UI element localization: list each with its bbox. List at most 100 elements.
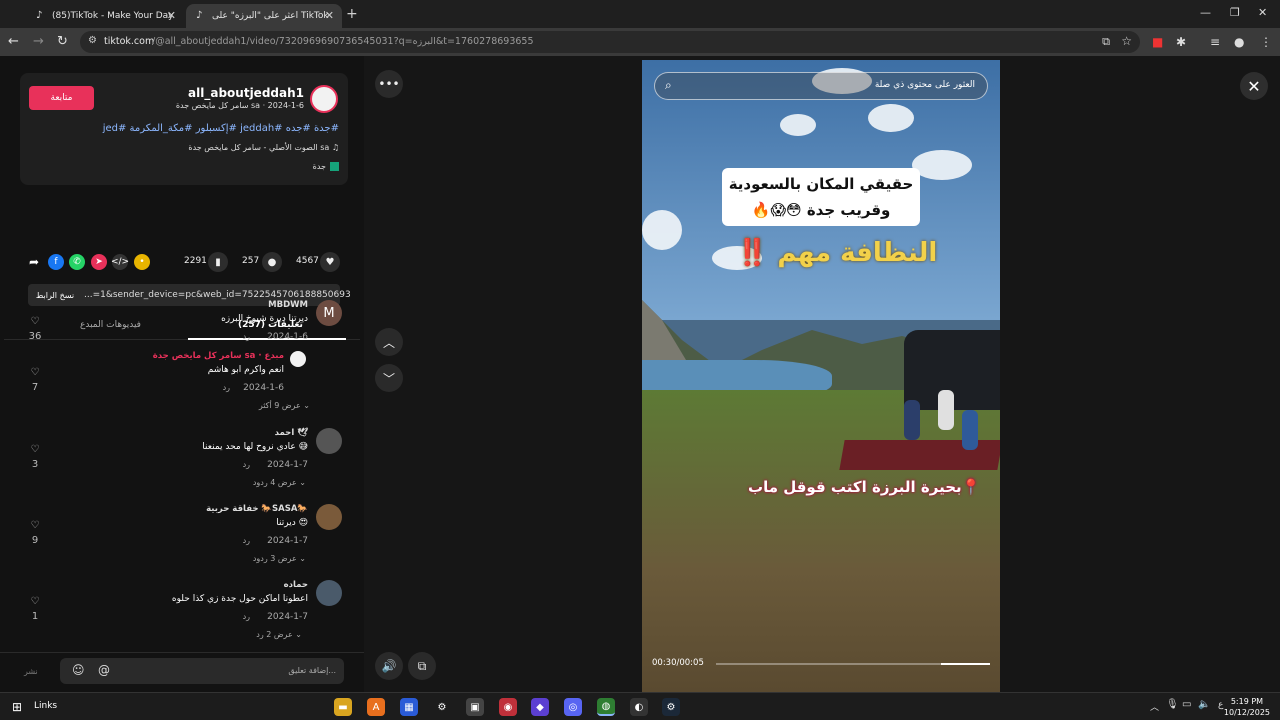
author-username[interactable]: all_aboutjeddah1	[188, 86, 304, 100]
picture-in-picture-icon[interactable]: ⧉	[408, 652, 436, 680]
browser-tab[interactable]: ♪ (85)TikTok - Make Your Day ✕	[26, 4, 184, 28]
more-options-icon[interactable]: •••	[375, 70, 403, 98]
location-tag[interactable]: جدة	[313, 162, 339, 171]
avatar[interactable]	[316, 504, 342, 530]
volume-icon[interactable]: 🔊	[375, 652, 403, 680]
avatar[interactable]	[316, 428, 342, 454]
restore-icon[interactable]: ❐	[1230, 6, 1240, 19]
language-indicator[interactable]: ع	[1218, 700, 1223, 710]
view-more-replies[interactable]: عرض 4 ردود ⌄	[253, 478, 306, 487]
comment-author[interactable]: حماده	[284, 580, 308, 590]
author-avatar[interactable]	[310, 85, 338, 113]
menu-kebab-icon[interactable]: ⋮	[1260, 35, 1272, 49]
facebook-icon[interactable]: f	[48, 254, 64, 270]
bookmark-icon[interactable]: ▮	[208, 252, 228, 272]
tab-title: (85)TikTok - Make Your Day	[52, 11, 174, 21]
comment-author[interactable]: MBDWM	[268, 300, 308, 310]
reply-button[interactable]: رد	[223, 383, 230, 392]
video-time: 00:30/00:05	[652, 658, 704, 668]
comment-author[interactable]: خفاقة حربية 🐎SASA🐎	[206, 504, 308, 514]
avatar[interactable]	[290, 351, 306, 367]
browser-tab-active[interactable]: ♪ اعثر على "البرزه" على TikTok ✕	[186, 4, 342, 28]
comment-text: اعطونا اماكن حول جدة زي كذا حلوه	[171, 594, 308, 604]
mention-icon[interactable]: @	[98, 663, 110, 677]
media-control-icon[interactable]: ≡	[1210, 35, 1220, 49]
video-player[interactable]: ⌕ العثور على محتوى ذي صلة حقيقي المكان ب…	[642, 60, 1000, 692]
windows-start-icon[interactable]: ⊞	[8, 698, 26, 716]
progress-track[interactable]	[716, 663, 990, 665]
heart-icon[interactable]: ♡	[28, 444, 42, 455]
emoji-icon[interactable]: ☺	[72, 663, 85, 677]
steam-icon[interactable]: ⚙	[662, 698, 680, 716]
hashtags[interactable]: #جدة #جده #jeddah #إكسبلور #مكة_المكرمة …	[103, 123, 339, 134]
bookmark-star-icon[interactable]: ☆	[1121, 34, 1132, 48]
save-count: 2291	[184, 256, 207, 266]
previous-video-icon[interactable]: ︿	[375, 328, 403, 356]
app-icon[interactable]: ◉	[499, 698, 517, 716]
reply-button[interactable]: رد	[243, 332, 250, 341]
heart-icon[interactable]: ♡	[28, 367, 42, 378]
comment-author[interactable]: سامر كل مايخص جدة sa · مبدع	[153, 351, 284, 361]
video-timeline[interactable]: 00:30/00:05	[652, 658, 990, 672]
view-more-label: عرض 4 ردود	[252, 478, 297, 487]
telegram-icon[interactable]: ➤	[91, 254, 107, 270]
app-icon[interactable]: ▣	[466, 698, 484, 716]
related-content-search[interactable]: ⌕ العثور على محتوى ذي صلة	[654, 72, 988, 100]
forward-icon[interactable]: →	[33, 34, 44, 49]
minimize-icon[interactable]: —	[1200, 6, 1211, 19]
comment-icon[interactable]: ●	[262, 252, 282, 272]
avatar[interactable]: M	[316, 300, 342, 326]
embed-icon[interactable]: </>	[111, 254, 129, 270]
comment-input[interactable]: ☺ @ إضافة تعليق...	[60, 658, 344, 684]
links-toolbar[interactable]: Links	[34, 701, 57, 711]
close-tab-icon[interactable]: ✕	[167, 9, 176, 22]
reload-icon[interactable]: ↻	[57, 34, 68, 49]
microphone-icon[interactable]: 🎙	[1166, 699, 1179, 710]
share-arrow-icon[interactable]: ➦	[26, 254, 42, 270]
app-icon[interactable]: ◐	[630, 698, 648, 716]
system-clock[interactable]: 5:19 PM 10/12/2025	[1224, 696, 1270, 718]
file-explorer-icon[interactable]: ▬	[334, 698, 352, 716]
close-video-icon[interactable]: ✕	[1240, 72, 1268, 100]
view-more-replies[interactable]: عرض 3 ردود ⌄	[253, 554, 306, 563]
view-more-replies[interactable]: عرض 9 أكثر ⌄	[259, 401, 310, 410]
whatsapp-icon[interactable]: ✆	[69, 254, 85, 270]
app-icon[interactable]: ◆	[531, 698, 549, 716]
speaker-icon[interactable]: 🔈	[1198, 699, 1210, 710]
view-more-replies[interactable]: عرض 2 رد ⌄	[256, 630, 302, 639]
comment-like-count: 9	[31, 535, 39, 546]
heart-icon[interactable]: ♥	[320, 252, 340, 272]
post-comment-button[interactable]: نشر	[24, 667, 38, 676]
share-link-text[interactable]: ...=1&sender_device=pc&web_id=7522545706…	[84, 290, 351, 300]
address-bar[interactable]: ⚙ tiktok.com /@all_aboutjeddah1/video/73…	[80, 31, 1140, 53]
close-window-icon[interactable]: ✕	[1258, 6, 1267, 19]
reply-button[interactable]: رد	[243, 460, 250, 469]
person	[904, 400, 920, 440]
settings-icon[interactable]: ⚙	[433, 698, 451, 716]
heart-icon[interactable]: ♡	[28, 316, 42, 327]
discord-icon[interactable]: ◎	[564, 698, 582, 716]
avatar[interactable]	[316, 580, 342, 606]
follow-button[interactable]: متابعة	[29, 86, 94, 110]
tray-chevron-icon[interactable]: ︿	[1150, 700, 1159, 713]
heart-icon[interactable]: ♡	[28, 520, 42, 531]
install-icon[interactable]: ⧉	[1102, 35, 1110, 49]
chrome-icon[interactable]: ◍	[597, 698, 615, 716]
site-info-icon[interactable]: ⚙	[88, 35, 97, 46]
comment-author[interactable]: احمد 🕊	[275, 428, 308, 438]
next-video-icon[interactable]: ﹀	[375, 364, 403, 392]
close-tab-icon[interactable]: ✕	[325, 9, 334, 22]
network-icon[interactable]: ▭	[1182, 699, 1191, 710]
store-icon[interactable]: ▦	[400, 698, 418, 716]
reply-button[interactable]: رد	[243, 536, 250, 545]
profile-icon[interactable]: ●	[1234, 35, 1244, 49]
more-share-icon[interactable]: •	[134, 254, 150, 270]
heart-icon[interactable]: ♡	[28, 596, 42, 607]
app-icon[interactable]: A	[367, 698, 385, 716]
extensions-puzzle-icon[interactable]: ✱	[1176, 35, 1186, 49]
sound-link[interactable]: الصوت الأصلي - سامر كل مايخص جدة sa ♫	[188, 143, 339, 152]
extension-icon[interactable]: ■	[1152, 35, 1163, 49]
reply-button[interactable]: رد	[243, 612, 250, 621]
new-tab-button[interactable]: +	[346, 6, 358, 22]
back-icon[interactable]: ←	[8, 34, 19, 49]
